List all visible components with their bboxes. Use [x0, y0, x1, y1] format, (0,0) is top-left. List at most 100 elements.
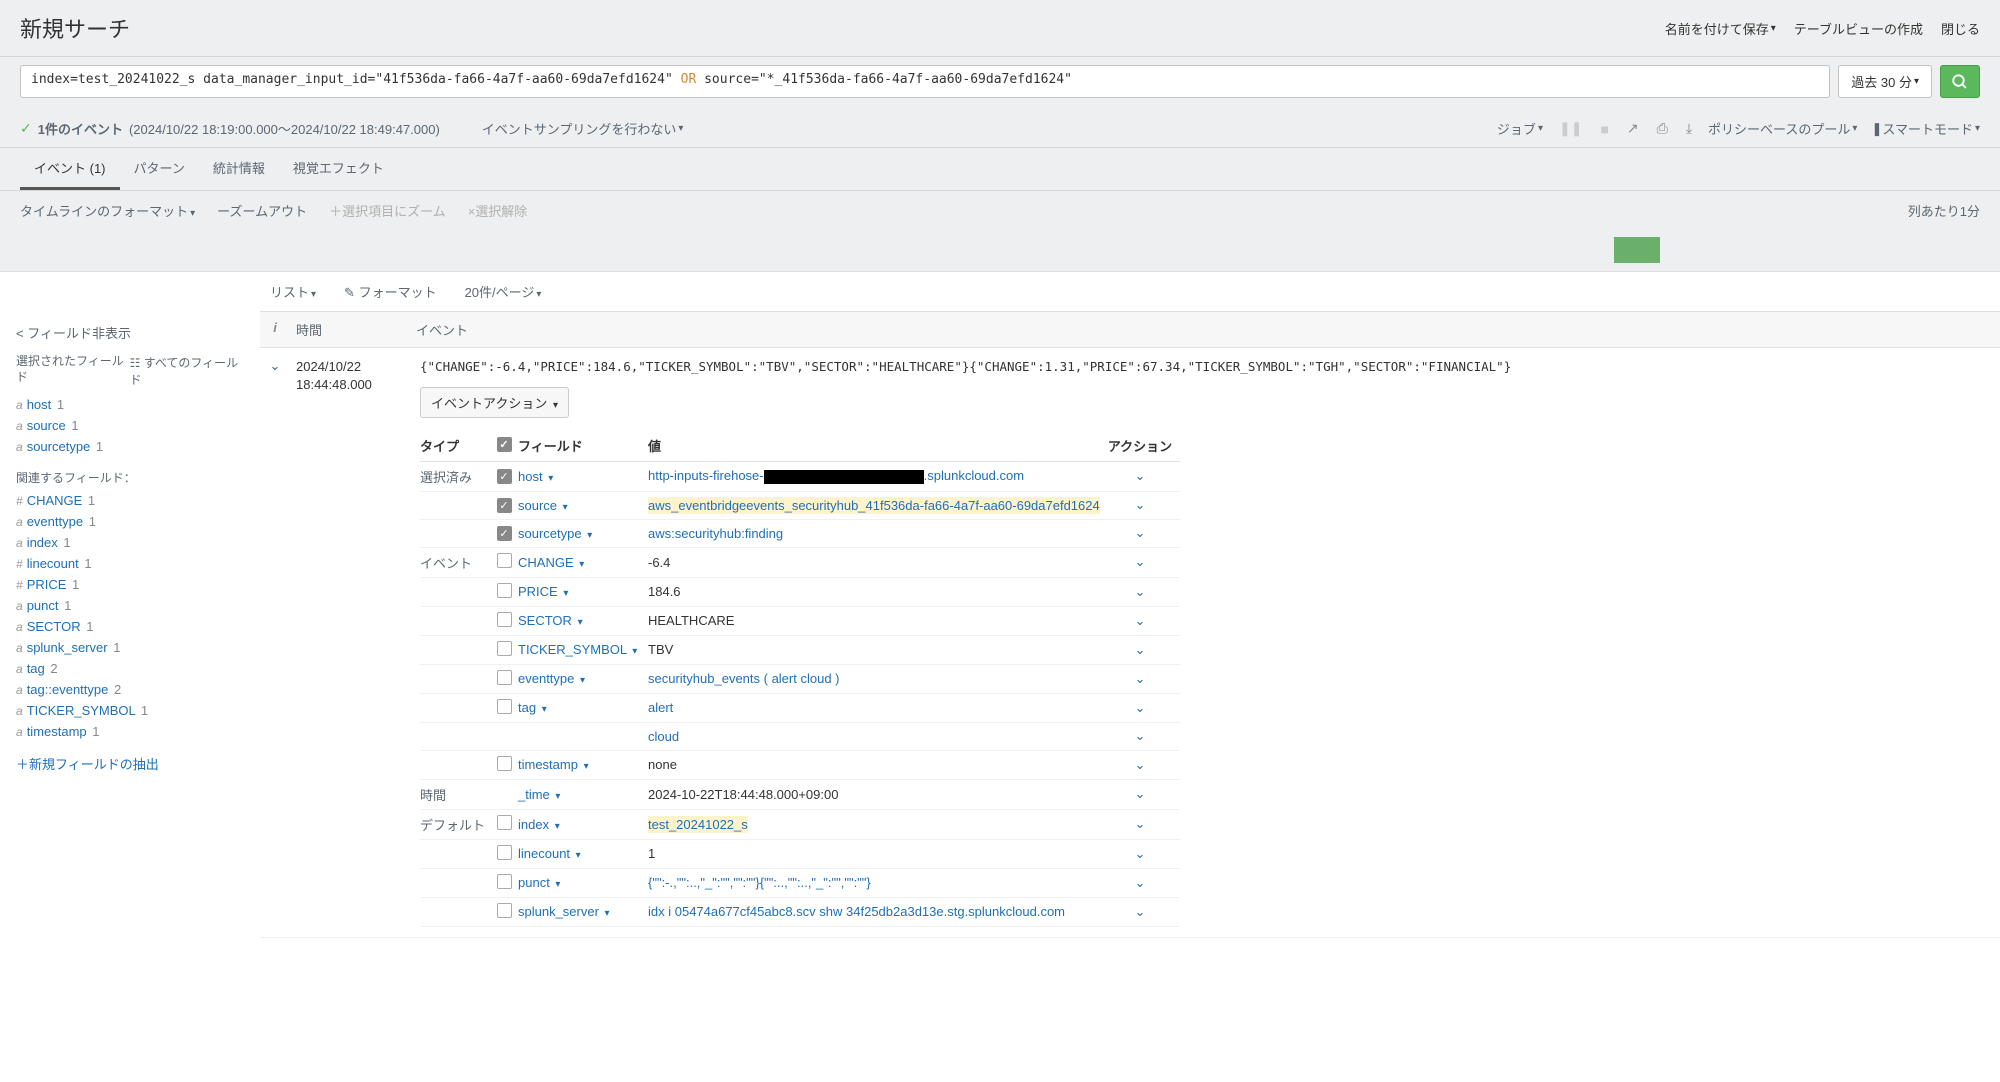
search-input[interactable]: index=test_20241022_s data_manager_input… — [20, 65, 1830, 98]
checkbox-tag[interactable] — [497, 699, 512, 714]
value-cell[interactable]: test_20241022_s — [648, 817, 1100, 832]
field-link-host[interactable]: host ▾ — [518, 469, 648, 484]
field-CHANGE[interactable]: #CHANGE 1 — [16, 490, 244, 511]
field-PRICE[interactable]: #PRICE 1 — [16, 574, 244, 595]
zoom-out-button[interactable]: ーズームアウト — [217, 201, 307, 220]
action-dropdown[interactable]: ⌄ — [1100, 642, 1180, 658]
per-page-dropdown[interactable]: 20件/ページ▾ — [465, 282, 542, 301]
value-cell[interactable]: alert — [648, 700, 1100, 715]
value-cell[interactable]: {"":-.,"":..,"_":"","":""}{"":..,"":..,"… — [648, 875, 1100, 890]
checkbox-punct[interactable] — [497, 874, 512, 889]
expand-event-button[interactable]: ⌄ — [260, 348, 290, 937]
action-dropdown[interactable]: ⌄ — [1100, 757, 1180, 773]
timeline-bar-block[interactable] — [1614, 237, 1660, 263]
field-punct[interactable]: apunct 1 — [16, 595, 244, 616]
table-row: 選択済み✓host ▾http-inputs-firehose-.splunkc… — [420, 462, 1180, 492]
action-dropdown[interactable]: ⌄ — [1100, 497, 1180, 513]
value-cell[interactable]: http-inputs-firehose-.splunkcloud.com — [648, 468, 1100, 484]
format-button[interactable]: ✎ フォーマット — [344, 282, 437, 301]
action-dropdown[interactable]: ⌄ — [1100, 554, 1180, 570]
field-link-timestamp[interactable]: timestamp ▾ — [518, 757, 648, 772]
field-linecount[interactable]: #linecount 1 — [16, 553, 244, 574]
field-link-CHANGE[interactable]: CHANGE ▾ — [518, 555, 648, 570]
checkbox-linecount[interactable] — [497, 845, 512, 860]
checkbox-TICKER_SYMBOL[interactable] — [497, 641, 512, 656]
action-dropdown[interactable]: ⌄ — [1100, 525, 1180, 541]
checkbox-splunk_server[interactable] — [497, 903, 512, 918]
value-cell[interactable]: idx i 05474a677cf45abc8.scv shw 34f25db2… — [648, 904, 1100, 919]
share-icon[interactable]: ↗ — [1625, 118, 1641, 139]
policy-dropdown[interactable]: ポリシーベースのプール▾ — [1708, 119, 1857, 138]
value-cell[interactable]: cloud — [648, 729, 1100, 744]
checkbox-timestamp[interactable] — [497, 756, 512, 771]
field-timestamp[interactable]: atimestamp 1 — [16, 721, 244, 742]
time-range-picker[interactable]: 過去 30 分▾ — [1838, 65, 1932, 98]
field-link-punct[interactable]: punct ▾ — [518, 875, 648, 890]
field-index[interactable]: aindex 1 — [16, 532, 244, 553]
field-sourcetype[interactable]: asourcetype 1 — [16, 436, 244, 457]
create-table-button[interactable]: テーブルビューの作成 — [1794, 19, 1923, 38]
sampling-dropdown[interactable]: イベントサンプリングを行わない▾ — [482, 119, 684, 138]
field-link-linecount[interactable]: linecount ▾ — [518, 846, 648, 861]
extract-fields-button[interactable]: ＋新規フィールドの抽出 — [16, 754, 244, 773]
smart-mode-dropdown[interactable]: ❚ スマートモード▾ — [1871, 119, 1980, 138]
value-cell[interactable]: aws_eventbridgeevents_securityhub_41f536… — [648, 498, 1100, 513]
field-tag::eventtype[interactable]: atag::eventtype 2 — [16, 679, 244, 700]
checkbox-CHANGE[interactable] — [497, 553, 512, 568]
save-as-button[interactable]: 名前を付けて保存▾ — [1665, 19, 1776, 38]
checkbox-source[interactable]: ✓ — [497, 498, 512, 513]
checkbox-SECTOR[interactable] — [497, 612, 512, 627]
field-link-eventtype[interactable]: eventtype ▾ — [518, 671, 648, 686]
checkbox-PRICE[interactable] — [497, 583, 512, 598]
hide-fields-button[interactable]: < フィールド非表示 — [16, 323, 244, 342]
action-dropdown[interactable]: ⌄ — [1100, 584, 1180, 600]
tab-events[interactable]: イベント (1) — [20, 148, 120, 190]
field-eventtype[interactable]: aeventtype 1 — [16, 511, 244, 532]
action-dropdown[interactable]: ⌄ — [1100, 846, 1180, 862]
action-dropdown[interactable]: ⌄ — [1100, 700, 1180, 716]
field-SECTOR[interactable]: aSECTOR 1 — [16, 616, 244, 637]
action-dropdown[interactable]: ⌄ — [1100, 613, 1180, 629]
event-action-dropdown[interactable]: イベントアクション ▾ — [420, 387, 569, 418]
checkbox-index[interactable] — [497, 815, 512, 830]
action-dropdown[interactable]: ⌄ — [1100, 468, 1180, 484]
field-link-_time[interactable]: _time ▾ — [518, 787, 648, 802]
timeline-format-dropdown[interactable]: タイムラインのフォーマット▾ — [20, 201, 195, 220]
field-link-TICKER_SYMBOL[interactable]: TICKER_SYMBOL ▾ — [518, 642, 648, 657]
job-dropdown[interactable]: ジョブ▾ — [1497, 119, 1543, 138]
checkbox-eventtype[interactable] — [497, 670, 512, 685]
field-splunk_server[interactable]: asplunk_server 1 — [16, 637, 244, 658]
action-dropdown[interactable]: ⌄ — [1100, 875, 1180, 891]
print-icon[interactable]: ⎙ — [1655, 118, 1670, 139]
field-TICKER_SYMBOL[interactable]: aTICKER_SYMBOL 1 — [16, 700, 244, 721]
value-cell[interactable]: aws:securityhub:finding — [648, 526, 1100, 541]
field-link-sourcetype[interactable]: sourcetype ▾ — [518, 526, 648, 541]
close-button[interactable]: 閉じる — [1941, 19, 1980, 38]
tab-statistics[interactable]: 統計情報 — [199, 148, 279, 190]
action-dropdown[interactable]: ⌄ — [1100, 904, 1180, 920]
field-link-tag[interactable]: tag ▾ — [518, 700, 648, 715]
all-fields-button[interactable]: ☷ すべてのフィールド — [130, 354, 244, 388]
export-icon[interactable]: ⤓ — [1684, 118, 1694, 139]
field-link-PRICE[interactable]: PRICE ▾ — [518, 584, 648, 599]
field-link-SECTOR[interactable]: SECTOR ▾ — [518, 613, 648, 628]
list-dropdown[interactable]: リスト▾ — [270, 282, 316, 301]
field-link-source[interactable]: source ▾ — [518, 498, 648, 513]
action-dropdown[interactable]: ⌄ — [1100, 786, 1180, 802]
field-link-splunk_server[interactable]: splunk_server ▾ — [518, 904, 648, 919]
tab-patterns[interactable]: パターン — [120, 148, 199, 190]
action-dropdown[interactable]: ⌄ — [1100, 816, 1180, 832]
field-link-index[interactable]: index ▾ — [518, 817, 648, 832]
value-cell[interactable]: securityhub_events ( alert cloud ) — [648, 671, 1100, 686]
checkbox-all[interactable]: ✓ — [497, 437, 512, 452]
tab-visualization[interactable]: 視覚エフェクト — [279, 148, 398, 190]
field-host[interactable]: ahost 1 — [16, 394, 244, 415]
search-button[interactable] — [1940, 65, 1980, 98]
checkbox-sourcetype[interactable]: ✓ — [497, 526, 512, 541]
field-source[interactable]: asource 1 — [16, 415, 244, 436]
timeline-chart[interactable] — [0, 230, 2000, 272]
action-dropdown[interactable]: ⌄ — [1100, 728, 1180, 744]
field-tag[interactable]: atag 2 — [16, 658, 244, 679]
action-dropdown[interactable]: ⌄ — [1100, 671, 1180, 687]
checkbox-host[interactable]: ✓ — [497, 469, 512, 484]
